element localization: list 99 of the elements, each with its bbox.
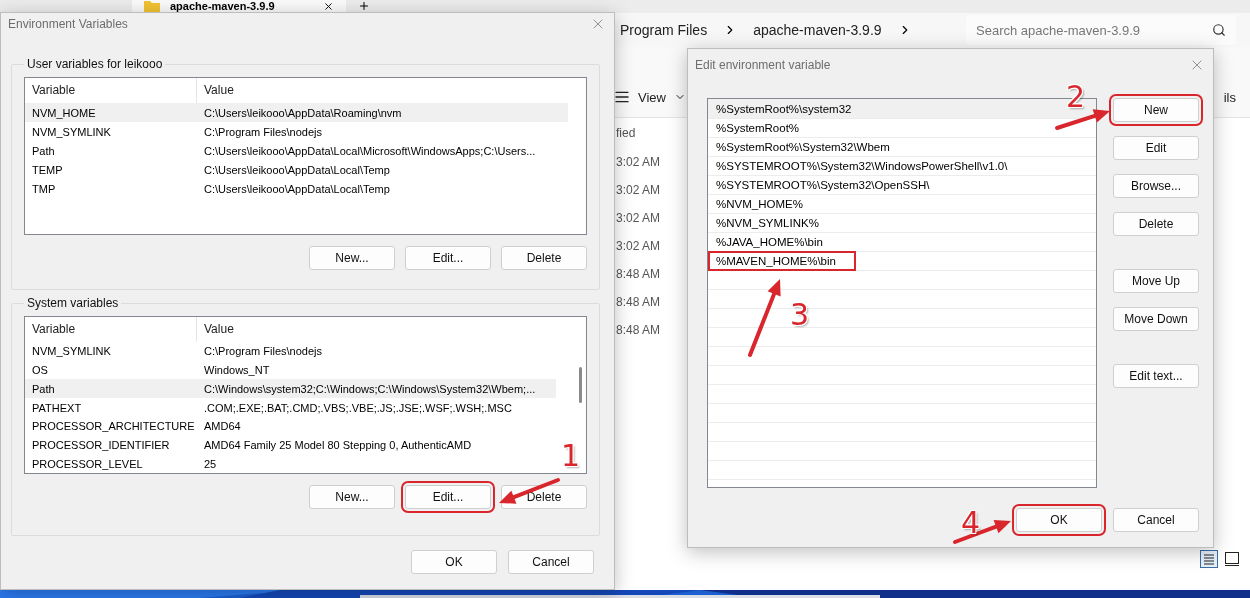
path-entry[interactable]: %MAVEN_HOME%\bin (708, 251, 1096, 270)
modified-time: 8:48 AM (616, 266, 661, 283)
modified-time: 3:02 AM (616, 182, 661, 199)
variable-value: .COM;.EXE;.BAT;.CMD;.VBS;.VBE;.JS;.JSE;.WSF;.WSH;.MSC (203, 401, 513, 414)
variable-row[interactable]: PROCESSOR_IDENTIFIER AMD64 Family 25 Model 80 Stepping 0, AuthenticAMD (25, 435, 556, 455)
variable-value: C:\Users\leikooo\AppData\Local\Temp (203, 163, 391, 176)
step-number: 1 (561, 441, 581, 471)
dialog-button[interactable]: Edit... (405, 246, 491, 270)
path-text: %SystemRoot%\system32 (715, 101, 853, 117)
view-button[interactable]: View (614, 89, 686, 105)
variable-name: NVM_HOME (31, 106, 97, 119)
search-field[interactable]: Search apache-maven-3.9.9 (966, 15, 1236, 45)
dialog-button[interactable]: Cancel (508, 550, 594, 574)
path-entry[interactable]: %NVM_HOME% (708, 194, 1096, 213)
variable-row[interactable]: OS Windows_NT (25, 360, 556, 380)
variable-row[interactable]: PROCESSOR_LEVEL 25 (25, 454, 556, 473)
variable-value: AMD64 (203, 420, 242, 433)
search-icon (1212, 23, 1226, 37)
scrollbar-thumb[interactable] (578, 367, 582, 403)
modified-time: 3:02 AM (616, 210, 661, 227)
dialog-button[interactable]: Move Up (1113, 269, 1199, 293)
dialog-button[interactable]: Delete (501, 246, 587, 270)
dialog-button[interactable]: Cancel (1113, 508, 1199, 532)
dialog-button[interactable]: Move Down (1113, 307, 1199, 331)
path-text: %MAVEN_HOME%\bin (710, 252, 854, 269)
group-title: User variables for leikooo (26, 57, 164, 71)
dialog-button[interactable]: Edit (1113, 136, 1199, 160)
variable-value: C:\Users\leikooo\AppData\Local\Microsoft\WindowsApps;C:\Users... (203, 144, 537, 157)
variable-name: OS (31, 364, 49, 377)
variable-row[interactable]: PATHEXT .COM;.EXE;.BAT;.CMD;.VBS;.VBE;.JS;.JSE;.WSF;.WSH;.MSC (25, 398, 556, 417)
add-tab-icon[interactable] (358, 0, 370, 12)
modified-time: 3:02 AM (616, 238, 661, 255)
column-header[interactable]: Variable (25, 317, 197, 342)
column-header[interactable]: fied (616, 126, 636, 148)
variable-row[interactable]: NVM_HOME C:\Users\leikooo\AppData\Roaming\nvm (25, 103, 568, 122)
variable-name: TMP (31, 182, 57, 195)
variable-name: PATHEXT (31, 401, 83, 414)
path-text: %SYSTEMROOT%\System32\OpenSSH\ (715, 177, 931, 193)
modified-time: 8:48 AM (616, 322, 661, 339)
path-entry[interactable]: %SystemRoot%\System32\Wbem (708, 137, 1096, 156)
variable-value: C:\Users\leikooo\AppData\Local\Temp (203, 182, 391, 195)
group-title: System variables (26, 296, 120, 310)
step-number: 4 (961, 508, 981, 538)
variable-row[interactable]: PROCESSOR_ARCHITECTURE AMD64 (25, 416, 556, 436)
variable-row[interactable]: TMP C:\Users\leikooo\AppData\Local\Temp (25, 179, 568, 198)
variable-name: NVM_SYMLINK (31, 345, 112, 358)
path-text: %SystemRoot% (715, 120, 801, 136)
window-title: Edit environment variable (695, 57, 831, 72)
details-button[interactable]: ils (1223, 90, 1236, 105)
variable-name: NVM_SYMLINK (31, 125, 112, 138)
variable-name: TEMP (31, 163, 64, 176)
variable-value: C:\Users\leikooo\AppData\Roaming\nvm (203, 106, 403, 119)
menu-icon (614, 89, 630, 105)
dialog-button[interactable]: Delete (1113, 212, 1199, 236)
breadcrumb-item[interactable]: Program Files (620, 22, 708, 38)
path-text: %NVM_HOME% (715, 196, 804, 212)
dialog-button[interactable]: New... (309, 485, 395, 509)
path-text: %JAVA_HOME%\bin (715, 234, 824, 250)
variable-row[interactable]: NVM_SYMLINK C:\Program Files\nodejs (25, 122, 568, 141)
tiles-view-icon[interactable] (1224, 551, 1240, 567)
modified-time: 8:48 AM (616, 294, 661, 311)
details-view-icon[interactable] (1200, 550, 1218, 568)
variable-value: C:\Program Files\nodejs (203, 345, 323, 358)
variable-row[interactable]: TEMP C:\Users\leikooo\AppData\Local\Temp (25, 160, 568, 179)
path-text: %SystemRoot%\System32\Wbem (715, 139, 891, 155)
column-header[interactable]: Value (197, 317, 574, 342)
variable-value: C:\Program Files\nodejs (203, 125, 323, 138)
variable-value: Windows_NT (203, 364, 271, 377)
variable-name: Path (31, 382, 56, 395)
variable-name: Path (31, 144, 56, 157)
variable-value: 25 (203, 457, 218, 470)
dialog-button[interactable]: Browse... (1113, 174, 1199, 198)
arrow (499, 478, 560, 504)
path-text: %SYSTEMROOT%\System32\WindowsPowerShell\v1.0\ (715, 158, 1009, 174)
window-title: Environment Variables (8, 16, 128, 31)
step-number: 3 (790, 300, 810, 330)
path-entry[interactable]: %JAVA_HOME%\bin (708, 232, 1096, 251)
variable-value: AMD64 Family 25 Model 80 Stepping 0, AuthenticAMD (203, 438, 473, 451)
dialog-button[interactable]: Edit text... (1113, 364, 1199, 388)
variable-row[interactable]: NVM_SYMLINK C:\Program Files\nodejs (25, 342, 556, 361)
modified-time: 3:02 AM (616, 154, 661, 171)
path-entry[interactable]: %SYSTEMROOT%\System32\OpenSSH\ (708, 175, 1096, 194)
variable-name: PROCESSOR_IDENTIFIER (31, 438, 171, 451)
arrow (1055, 109, 1110, 130)
explorer-tab[interactable]: apache-maven-3.9.9 (132, 0, 346, 12)
path-entry[interactable]: %SystemRoot% (708, 118, 1096, 137)
variable-value: C:\Windows\system32;C:\Windows;C:\Windows\System32\Wbem;... (203, 382, 537, 395)
path-text: %NVM_SYMLINK% (715, 215, 820, 231)
variable-row[interactable]: Path C:\Users\leikooo\AppData\Local\Microsoft\WindowsApps;C:\Users... (25, 141, 568, 160)
close-icon[interactable] (323, 0, 334, 12)
path-entry[interactable]: %SYSTEMROOT%\System32\WindowsPowerShell\v1.0\ (708, 156, 1096, 175)
variable-name: PROCESSOR_LEVEL (31, 457, 144, 470)
variable-row[interactable]: Path C:\Windows\system32;C:\Windows;C:\Windows\System32\Wbem;... (25, 379, 556, 399)
breadcrumb-item[interactable]: apache-maven-3.9.9 (753, 22, 882, 38)
dialog-button[interactable]: OK (411, 550, 497, 574)
column-header[interactable]: Value (197, 78, 586, 103)
variable-name: PROCESSOR_ARCHITECTURE (31, 420, 196, 433)
path-entry[interactable]: %NVM_SYMLINK% (708, 213, 1096, 232)
dialog-button[interactable]: New... (309, 246, 395, 270)
